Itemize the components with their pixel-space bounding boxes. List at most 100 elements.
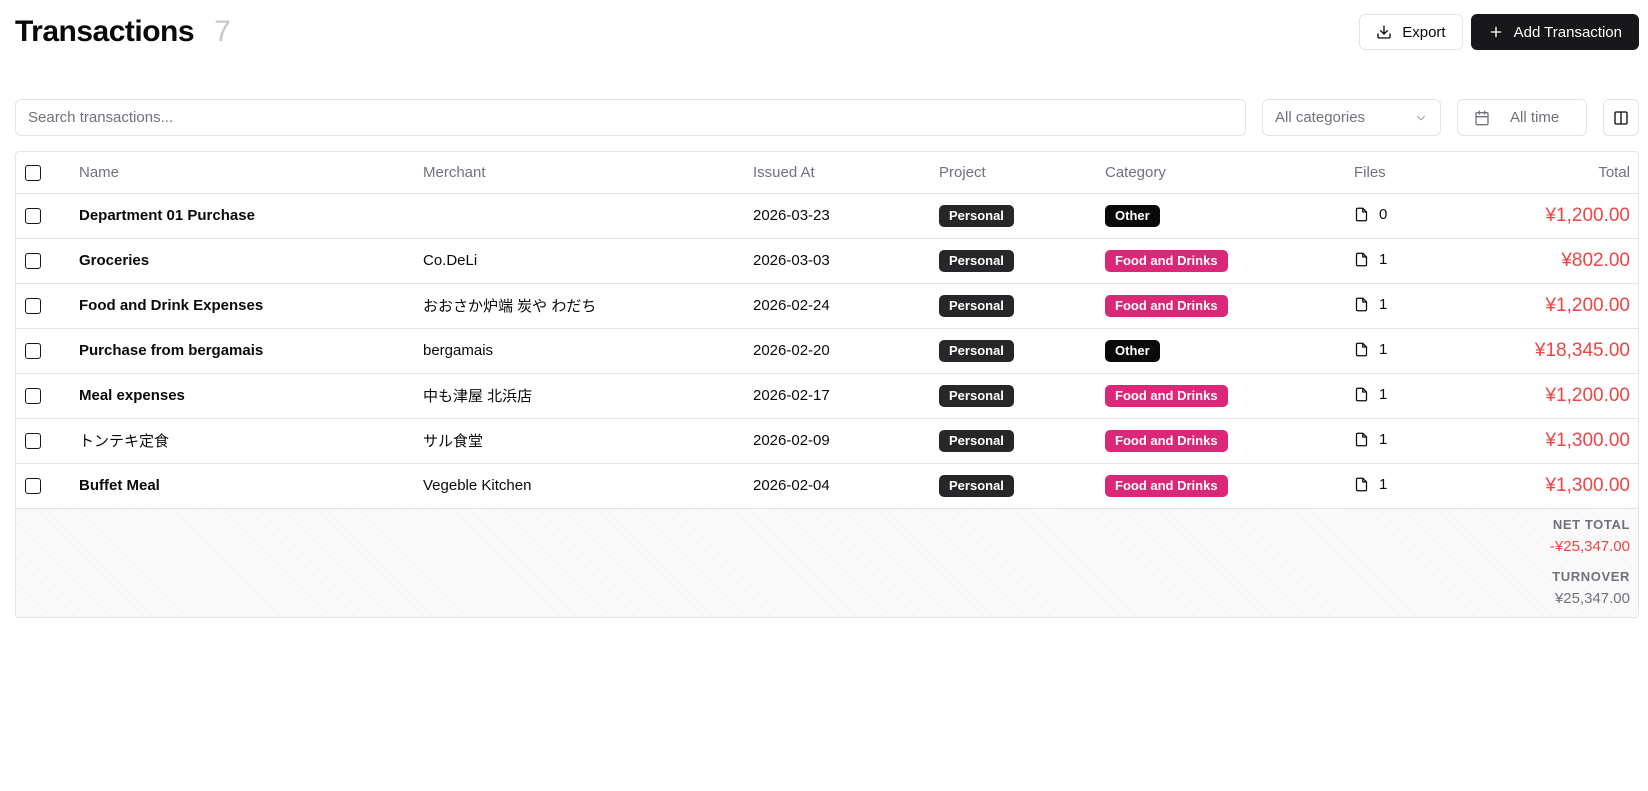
transaction-merchant: bergamais <box>423 328 753 374</box>
transaction-total-cell: ¥802.00 <box>1475 238 1638 284</box>
project-badge: Personal <box>939 339 1014 362</box>
transactions-table-container: Name Merchant Issued At Project Category… <box>15 151 1639 618</box>
transaction-name: トンテキ定食 <box>79 418 423 464</box>
transaction-issued-at: 2026-02-17 <box>753 373 939 419</box>
category-badge: Food and Drinks <box>1105 474 1228 497</box>
transaction-issued-at: 2026-02-09 <box>753 418 939 464</box>
table-row[interactable]: Purchase from bergamais bergamais 2026-02-… <box>16 328 1638 374</box>
transaction-total-cell: ¥1,200.00 <box>1475 193 1638 239</box>
files-count: 0 <box>1379 205 1388 223</box>
category-badge: Other <box>1105 339 1160 362</box>
date-range-button[interactable]: All time <box>1457 99 1587 136</box>
file-icon <box>1355 342 1368 356</box>
filter-bar: All categories All time <box>15 99 1639 136</box>
table-row[interactable]: Buffet Meal Vegeble Kitchen 2026-02-04 Pers… <box>16 463 1638 509</box>
column-header-total[interactable]: Total <box>1475 152 1638 194</box>
transaction-merchant: おおさか炉端 炭や わだち <box>423 283 753 329</box>
search-input[interactable] <box>15 99 1246 136</box>
transaction-merchant: 中も津屋 北浜店 <box>423 373 753 419</box>
transaction-files-cell: 1 <box>1354 238 1475 284</box>
select-all-checkbox[interactable] <box>25 164 41 181</box>
transaction-category-cell: Food and Drinks <box>1105 283 1354 329</box>
transaction-project-cell: Personal <box>939 328 1105 374</box>
transaction-total-cell: ¥18,345.00 <box>1475 328 1638 374</box>
row-select-cell <box>16 238 79 284</box>
category-badge: Other <box>1105 204 1160 227</box>
transaction-name: Meal expenses <box>79 373 423 419</box>
transaction-merchant <box>423 193 753 239</box>
transaction-name: Food and Drink Expenses <box>79 283 423 329</box>
row-select-cell <box>16 373 79 419</box>
download-icon <box>1377 25 1391 39</box>
column-header-files[interactable]: Files <box>1354 152 1475 194</box>
add-transaction-label: Add Transaction <box>1513 23 1622 41</box>
table-row[interactable]: トンテキ定食 サル食堂 2026-02-09 Personal Food and Dri… <box>16 418 1638 464</box>
turnover-label: TURNOVER <box>1552 568 1630 584</box>
column-header-project[interactable]: Project <box>939 152 1105 194</box>
calendar-icon <box>1475 110 1489 125</box>
row-checkbox[interactable] <box>25 298 41 315</box>
file-icon <box>1355 432 1368 446</box>
header-actions: Export Add Transaction <box>1359 14 1639 50</box>
transaction-category-cell: Food and Drinks <box>1105 238 1354 284</box>
category-select[interactable]: All categories <box>1262 99 1441 136</box>
table-row[interactable]: Food and Drink Expenses おおさか炉端 炭や わだち 2026… <box>16 283 1638 329</box>
add-transaction-button[interactable]: Add Transaction <box>1470 14 1639 50</box>
transaction-project-cell: Personal <box>939 373 1105 419</box>
column-header-category[interactable]: Category <box>1105 152 1354 194</box>
files-count: 1 <box>1379 250 1388 268</box>
transaction-project-cell: Personal <box>939 283 1105 329</box>
transaction-total-cell: ¥1,300.00 <box>1475 418 1638 464</box>
files-count: 1 <box>1379 340 1388 358</box>
category-badge: Food and Drinks <box>1105 429 1228 452</box>
files-count: 1 <box>1379 430 1388 448</box>
row-checkbox[interactable] <box>25 478 41 495</box>
transaction-total: ¥1,200.00 <box>1545 204 1630 226</box>
export-button[interactable]: Export <box>1359 14 1463 50</box>
file-icon <box>1355 207 1368 221</box>
transaction-merchant: Co.DeLi <box>423 238 753 284</box>
project-badge: Personal <box>939 204 1014 227</box>
table-row[interactable]: Department 01 Purchase 2026-03-23 Personal… <box>16 193 1638 239</box>
turnover-block: TURNOVER ¥25,347.00 <box>1552 569 1630 607</box>
project-badge: Personal <box>939 429 1014 452</box>
table-summary-footer: NET TOTAL -¥25,347.00 TURNOVER ¥25,347.0… <box>16 508 1638 617</box>
export-label: Export <box>1402 23 1446 41</box>
transaction-project-cell: Personal <box>939 463 1105 509</box>
transaction-total: ¥1,300.00 <box>1545 429 1630 451</box>
transaction-files-cell: 1 <box>1354 328 1475 374</box>
row-checkbox[interactable] <box>25 343 41 360</box>
transaction-merchant: サル食堂 <box>423 418 753 464</box>
table-row[interactable]: Groceries Co.DeLi 2026-03-03 Personal Food a… <box>16 238 1638 284</box>
project-badge: Personal <box>939 294 1014 317</box>
row-select-cell <box>16 463 79 509</box>
transaction-name: Purchase from bergamais <box>79 328 423 374</box>
transaction-category-cell: Food and Drinks <box>1105 373 1354 419</box>
columns-icon <box>1614 110 1628 125</box>
net-total-label: NET TOTAL <box>1552 516 1630 532</box>
transaction-project-cell: Personal <box>939 238 1105 284</box>
transaction-total: ¥802.00 <box>1561 249 1630 271</box>
column-header-issued-at[interactable]: Issued At <box>753 152 939 194</box>
column-header-merchant[interactable]: Merchant <box>423 152 753 194</box>
table-row[interactable]: Meal expenses 中も津屋 北浜店 2026-02-17 Personal F… <box>16 373 1638 419</box>
transaction-total: ¥1,300.00 <box>1545 474 1630 496</box>
columns-toggle-button[interactable] <box>1603 99 1639 136</box>
category-select-label: All categories <box>1275 109 1366 126</box>
row-checkbox[interactable] <box>25 388 41 405</box>
row-checkbox[interactable] <box>25 433 41 450</box>
row-checkbox[interactable] <box>25 253 41 270</box>
transaction-total: ¥18,345.00 <box>1534 339 1630 361</box>
files-count: 1 <box>1379 385 1388 403</box>
project-badge: Personal <box>939 384 1014 407</box>
row-checkbox[interactable] <box>25 208 41 225</box>
row-select-cell <box>16 283 79 329</box>
net-total-block: NET TOTAL -¥25,347.00 <box>1550 517 1630 555</box>
transaction-files-cell: 0 <box>1354 193 1475 239</box>
transaction-category-cell: Food and Drinks <box>1105 418 1354 464</box>
column-header-name[interactable]: Name <box>79 152 423 194</box>
turnover-value: ¥25,347.00 <box>1554 589 1630 607</box>
page-title: Transactions <box>15 15 195 48</box>
transaction-issued-at: 2026-02-04 <box>753 463 939 509</box>
row-select-cell <box>16 418 79 464</box>
